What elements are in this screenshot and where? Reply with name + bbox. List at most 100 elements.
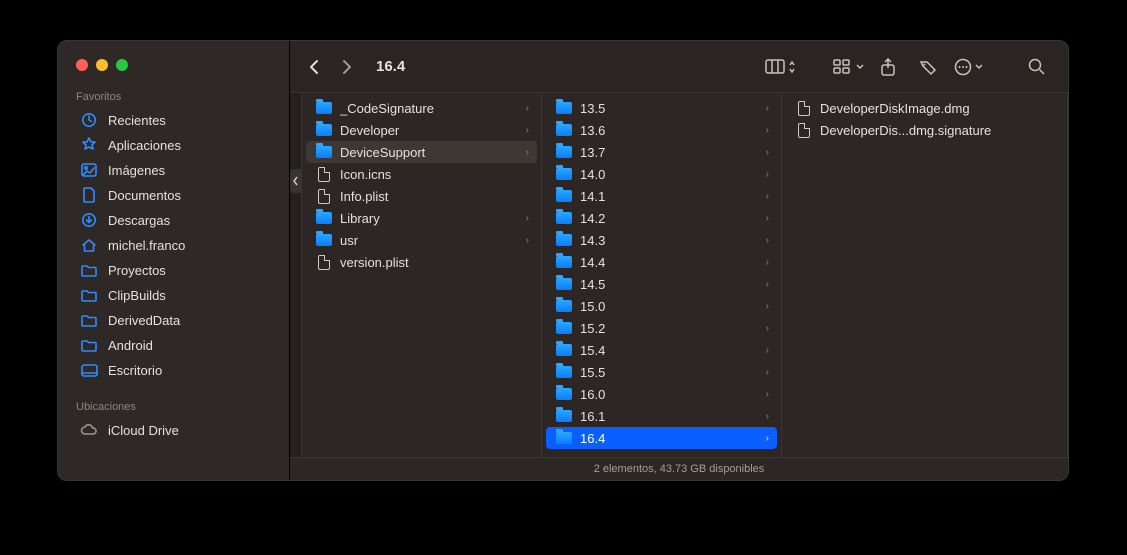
finder-row[interactable]: 16.4›: [546, 427, 777, 449]
folder-icon: [316, 144, 332, 160]
sidebar-item-label: Escritorio: [108, 363, 162, 378]
finder-row[interactable]: 14.5›: [546, 273, 777, 295]
column-3[interactable]: DeveloperDiskImage.dmg DeveloperDis...dmg…: [782, 93, 1068, 457]
folder-icon: [556, 342, 572, 358]
row-label: 14.4: [580, 255, 758, 270]
chevron-right-icon: ›: [766, 103, 769, 114]
chevron-right-icon: ›: [526, 103, 529, 114]
folder-icon: [316, 210, 332, 226]
expand-column-button[interactable]: [290, 169, 302, 193]
sidebar-item-descargas[interactable]: Descargas: [64, 208, 283, 232]
folder-icon: [316, 122, 332, 138]
sidebar-item-android[interactable]: Android: [64, 333, 283, 357]
folder-icon: [316, 100, 332, 116]
finder-row[interactable]: 14.2›: [546, 207, 777, 229]
row-label: _CodeSignature: [340, 101, 518, 116]
group-by-button[interactable]: [832, 53, 864, 81]
sidebar-item-label: michel.franco: [108, 238, 185, 253]
fullscreen-window-button[interactable]: [116, 59, 128, 71]
folder-icon: [556, 188, 572, 204]
finder-row[interactable]: 14.3 ›: [546, 229, 777, 251]
row-label: 14.3: [580, 233, 758, 248]
sidebar-item-documentos[interactable]: Documentos: [64, 183, 283, 207]
finder-row[interactable]: DeveloperDis...dmg.signature: [786, 119, 1063, 141]
chevron-right-icon: ›: [766, 213, 769, 224]
finder-row[interactable]: Info.plist: [306, 185, 537, 207]
finder-row[interactable]: Developer›: [306, 119, 537, 141]
finder-row[interactable]: usr›: [306, 229, 537, 251]
row-label: 15.4: [580, 343, 758, 358]
chevron-right-icon: ›: [766, 301, 769, 312]
desktop-icon: [80, 362, 98, 378]
row-label: DeviceSupport: [340, 145, 518, 160]
sidebar-item-label: ClipBuilds: [108, 288, 166, 303]
finder-row[interactable]: 15.5›: [546, 361, 777, 383]
finder-row[interactable]: 16.0›: [546, 383, 777, 405]
back-button[interactable]: [300, 53, 328, 81]
row-label: DeveloperDis...dmg.signature: [820, 123, 1055, 138]
finder-row[interactable]: 13.6›: [546, 119, 777, 141]
folder-icon: [80, 262, 98, 278]
finder-row[interactable]: 13.7›: [546, 141, 777, 163]
folder-icon: [556, 364, 572, 380]
finder-row[interactable]: DeviceSupport›: [306, 141, 537, 163]
minimize-window-button[interactable]: [96, 59, 108, 71]
close-window-button[interactable]: [76, 59, 88, 71]
chevron-right-icon: ›: [526, 235, 529, 246]
finder-row[interactable]: 15.2 ›: [546, 317, 777, 339]
sidebar-item-label: Recientes: [108, 113, 166, 128]
finder-row[interactable]: 16.1›: [546, 405, 777, 427]
file-icon: [316, 166, 332, 182]
column-1[interactable]: _CodeSignature›Developer›DeviceSupport›I…: [302, 93, 542, 457]
finder-row[interactable]: 15.4›: [546, 339, 777, 361]
row-label: 16.0: [580, 387, 758, 402]
row-label: Developer: [340, 123, 518, 138]
sidebar-item-label: Proyectos: [108, 263, 166, 278]
sidebar-item-label: Android: [108, 338, 153, 353]
sidebar-item-icloud-drive[interactable]: iCloud Drive: [64, 418, 283, 442]
finder-row[interactable]: 14.1›: [546, 185, 777, 207]
finder-row[interactable]: Icon.icns: [306, 163, 537, 185]
forward-button[interactable]: [332, 53, 360, 81]
row-label: 15.2: [580, 321, 758, 336]
sidebar-item-proyectos[interactable]: Proyectos: [64, 258, 283, 282]
row-label: 15.0: [580, 299, 758, 314]
finder-row[interactable]: Library›: [306, 207, 537, 229]
chevron-right-icon: ›: [766, 235, 769, 246]
nav-controls: [300, 53, 360, 81]
status-text: 2 elementos, 43.73 GB disponibles: [594, 463, 765, 475]
doc-icon: [80, 187, 98, 203]
action-menu-button[interactable]: [952, 53, 984, 81]
sidebar-item-im-genes[interactable]: Imágenes: [64, 158, 283, 182]
share-button[interactable]: [872, 53, 904, 81]
finder-row[interactable]: 14.4›: [546, 251, 777, 273]
finder-row[interactable]: 15.0 ›: [546, 295, 777, 317]
sidebar-item-clipbuilds[interactable]: ClipBuilds: [64, 283, 283, 307]
finder-row[interactable]: _CodeSignature ›: [306, 97, 537, 119]
row-label: 14.1: [580, 189, 758, 204]
view-columns-button[interactable]: [764, 53, 796, 81]
folder-icon: [316, 232, 332, 248]
sidebar-item-escritorio[interactable]: Escritorio: [64, 358, 283, 382]
finder-row[interactable]: 14.0 ›: [546, 163, 777, 185]
chevron-right-icon: ›: [766, 323, 769, 334]
sidebar-item-aplicaciones[interactable]: Aplicaciones: [64, 133, 283, 157]
folder-icon: [556, 386, 572, 402]
chevron-right-icon: ›: [526, 213, 529, 224]
finder-row[interactable]: version.plist: [306, 251, 537, 273]
row-label: 14.0: [580, 167, 758, 182]
search-button[interactable]: [1020, 53, 1052, 81]
chevron-right-icon: ›: [766, 125, 769, 136]
sidebar-item-recientes[interactable]: Recientes: [64, 108, 283, 132]
finder-window: FavoritosRecientesAplicacionesImágenesDo…: [57, 40, 1069, 481]
sidebar-item-deriveddata[interactable]: DerivedData: [64, 308, 283, 332]
column-2[interactable]: 13.5›13.6›13.7›14.0›14.1›14.2›14.3›14.4›…: [542, 93, 782, 457]
finder-row[interactable]: 13.5 ›: [546, 97, 777, 119]
chevron-right-icon: ›: [766, 169, 769, 180]
sidebar-item-label: DerivedData: [108, 313, 180, 328]
sidebar-item-michel-franco[interactable]: michel.franco: [64, 233, 283, 257]
sidebar: FavoritosRecientesAplicacionesImágenesDo…: [58, 41, 290, 480]
row-label: 13.5: [580, 101, 758, 116]
finder-row[interactable]: DeveloperDiskImage.dmg: [786, 97, 1063, 119]
tags-button[interactable]: [912, 53, 944, 81]
